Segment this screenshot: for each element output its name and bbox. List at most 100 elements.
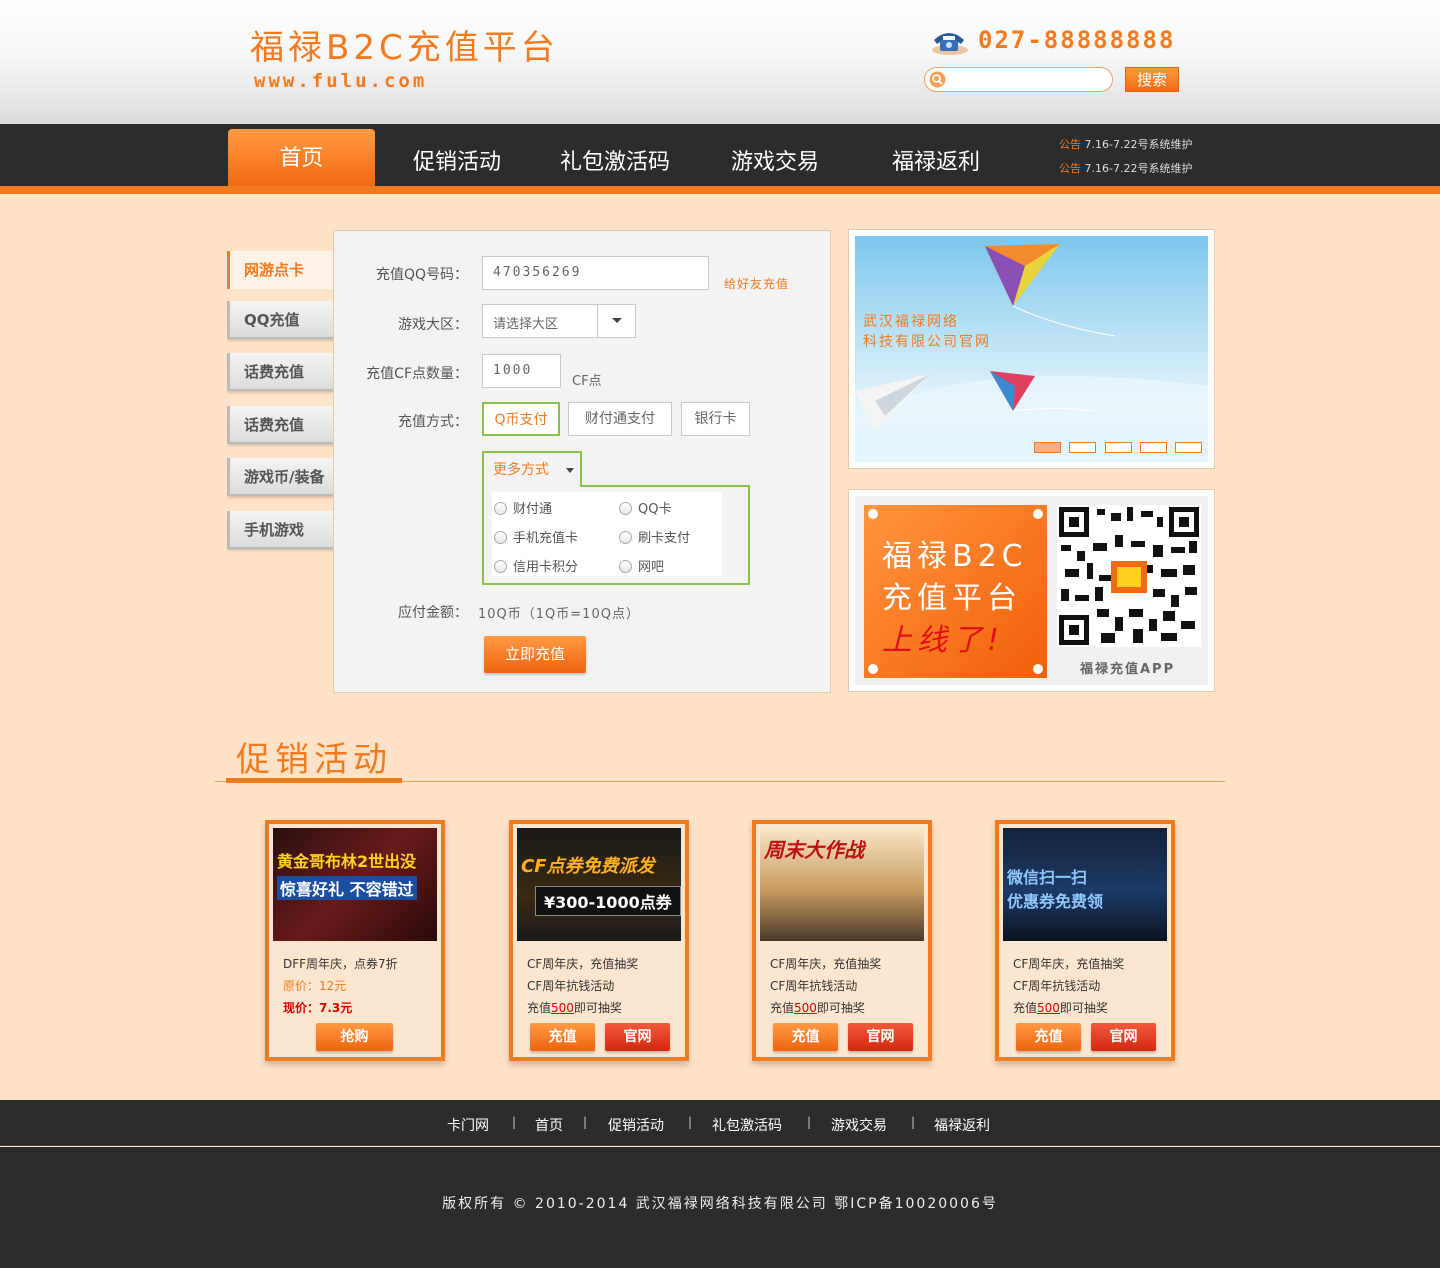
official-site-button[interactable]: 官网 [605,1023,670,1051]
chevron-down-icon[interactable] [597,305,635,337]
card-line-amount: 500 [551,1001,574,1015]
pin-icon [868,664,878,674]
footer-link[interactable]: 首页 [535,1115,563,1135]
promo-card-image[interactable]: 黄金哥布林2世出没 惊喜好礼 不容错过 [273,828,437,941]
carousel-dot-4[interactable] [1140,442,1167,453]
site-header: 福禄B2C充值平台 www.fulu.com 027-88888888 搜索 [0,0,1440,124]
radio-netcafe[interactable]: 网吧 [619,556,664,575]
recharge-button[interactable]: 充值 [1016,1023,1081,1051]
pay-method-qcoin[interactable]: Q币支付 [482,402,560,436]
footer-bottom: 版权所有 © 2010-2014 武汉福禄网络科技有限公司 鄂ICP备10020… [0,1147,1440,1268]
side-tab-qq[interactable]: QQ充值 [227,301,334,339]
radio-circle-icon [494,502,507,515]
side-tab-mobile-games[interactable]: 手机游戏 [227,511,334,549]
promo-card-image[interactable]: 周末大作战 [760,828,924,941]
radio-credit-points[interactable]: 信用卡积分 [494,556,578,575]
recharge-button[interactable]: 充值 [530,1023,595,1051]
pin-icon [1033,509,1043,519]
radio-circle-icon [619,531,632,544]
carousel-dot-5[interactable] [1175,442,1202,453]
radio-tenpay[interactable]: 财付通 [494,498,552,517]
radio-card-swipe[interactable]: 刷卡支付 [619,527,690,546]
card-line-text: 充值 [1013,1001,1038,1015]
card-line: 充值500即可抽奖 [770,999,865,1016]
notice-text: 7.16-7.22号系统维护 [1084,138,1193,151]
promo-title-underline [226,778,402,783]
recharge-form-panel [333,230,831,693]
banner-caption-line: 科技有限公司官网 [863,334,991,350]
radio-qq-card[interactable]: QQ卡 [619,498,671,517]
pin-icon [1033,664,1043,674]
notice-item[interactable]: 公告 7.16-7.22号系统维护 [1059,136,1192,152]
side-tab-game-coins[interactable]: 游戏币/装备 [227,458,334,496]
copyright-text: 版权所有 © 2010-2014 武汉福禄网络科技有限公司 鄂ICP备10020… [442,1196,998,1212]
qq-number-input[interactable]: 470356269 [482,256,709,290]
region-select[interactable]: 请选择大区 [482,304,636,338]
logo-title[interactable]: 福禄B2C充值平台 [250,20,559,69]
radio-phone-card[interactable]: 手机充值卡 [494,527,578,546]
banner-carousel[interactable]: 武汉福禄网络 科技有限公司官网 [848,229,1215,469]
pay-method-tenpay[interactable]: 财付通支付 [568,402,672,436]
nav-item-home[interactable]: 首页 [228,129,375,186]
notice-text: 7.16-7.22号系统维护 [1084,162,1193,175]
amount-label: 应付金额： [398,605,468,621]
amount-value: 10Q币（1Q币=10Q点） [478,607,640,622]
promo-card-image[interactable]: 微信扫一扫 优惠券免费领 [1003,828,1167,941]
search-box [924,67,1113,92]
logo-url[interactable]: www.fulu.com [254,70,427,92]
carousel-dot-3[interactable] [1105,442,1132,453]
carousel-dot-1[interactable] [1034,442,1061,453]
notice-item[interactable]: 公告 7.16-7.22号系统维护 [1059,160,1192,176]
footer-link[interactable]: 卡门网 [447,1115,489,1135]
app-caption: 福禄充值APP [1080,662,1176,677]
nav-item-gift-codes[interactable]: 礼包激活码 [560,144,670,176]
card-line: 充值500即可抽奖 [527,999,622,1016]
image-caption: ¥300-1000点券 [535,886,681,916]
recharge-button[interactable]: 充值 [773,1023,838,1051]
card-line: DFF周年庆，点券7折 [283,957,398,971]
card-line: CF周年庆，充值抽奖 [770,957,882,971]
search-input[interactable] [951,70,1106,89]
promo-card: 微信扫一扫 优惠券免费领 CF周年庆，充值抽奖 CF周年抗钱活动 充值500即可… [995,820,1175,1061]
nav-item-promotions[interactable]: 促销活动 [413,144,501,176]
official-site-button[interactable]: 官网 [848,1023,913,1051]
promo-section-title: 促销活动 [236,740,392,780]
carousel-dot-2[interactable] [1069,442,1096,453]
image-caption: 周末大作战 [764,838,864,862]
pay-method-bank[interactable]: 银行卡 [681,402,750,436]
official-site-button[interactable]: 官网 [1091,1023,1156,1051]
card-line-amount: 500 [794,1001,817,1015]
footer-link[interactable]: 促销活动 [608,1115,664,1135]
recharge-submit-button[interactable]: 立即充值 [484,636,586,673]
search-button[interactable]: 搜索 [1125,67,1179,92]
image-caption: 微信扫一扫 [1007,868,1088,887]
buy-button[interactable]: 抢购 [316,1023,393,1051]
friend-recharge-link[interactable]: 给好友充值 [724,275,789,292]
banner-caption: 武汉福禄网络 科技有限公司官网 [863,312,991,352]
hotline-number: 027-88888888 [978,26,1176,54]
card-original-price: 原价：12元 [283,979,347,993]
points-input[interactable]: 1000 [482,354,561,388]
app-promo-line3: 上线了! [882,623,1005,658]
points-unit: CF点 [572,374,602,389]
card-line-text: 充值 [770,1001,795,1015]
banner-image: 武汉福禄网络 科技有限公司官网 [855,236,1208,462]
footer-link[interactable]: 游戏交易 [831,1115,887,1135]
footer-link[interactable]: 礼包激活码 [712,1115,782,1135]
notice-tag: 公告 [1059,138,1081,151]
more-methods-toggle[interactable]: 更多方式 [482,451,582,487]
card-line: CF周年抗钱活动 [1013,979,1101,993]
radio-circle-icon [619,560,632,573]
radio-label: 网吧 [638,560,665,575]
footer-link[interactable]: 福禄返利 [934,1115,990,1135]
side-tab-game-card[interactable]: 网游点卡 [227,251,334,289]
side-tab-phone-bill[interactable]: 话费充值 [227,353,334,391]
promo-card-image[interactable]: CF点券免费派发 ¥300-1000点券 [517,828,681,941]
footer-nav: 卡门网 | 首页 | 促销活动 | 礼包激活码 | 游戏交易 | 福禄返利 [0,1100,1440,1146]
app-promo[interactable]: 福禄B2C 充值平台 上线了! 福禄充值APP [848,489,1215,692]
search-icon [929,71,946,88]
nav-item-rebate[interactable]: 福禄返利 [892,144,980,176]
side-tab-phone-bill-2[interactable]: 话费充值 [227,406,334,444]
app-promo-line2: 充值平台 [882,581,1022,616]
nav-item-game-trade[interactable]: 游戏交易 [731,144,819,176]
